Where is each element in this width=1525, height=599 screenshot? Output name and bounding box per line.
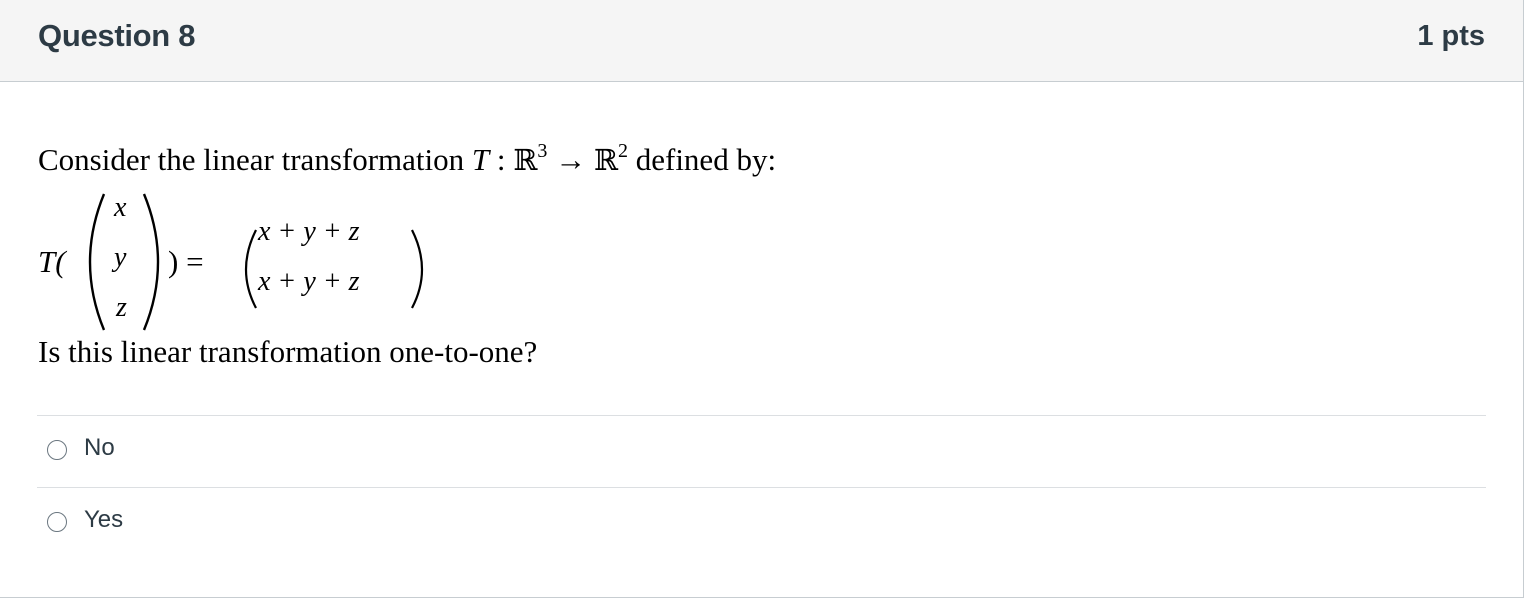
arrow: → — [547, 142, 594, 177]
question-card: Question 8 1 pts Consider the linear tra… — [0, 0, 1524, 598]
output-left-paren — [244, 229, 257, 309]
codomain-exponent: 2 — [617, 140, 628, 162]
question-points: 1 pts — [1417, 20, 1485, 52]
domain-exponent: 3 — [537, 140, 548, 162]
question-text: Is this linear transformation one-to-one… — [38, 334, 538, 369]
question-intro: Consider the linear transformation T : ℝ… — [38, 140, 776, 178]
lhs-prefix: T( — [38, 244, 66, 279]
input-vector-x: x — [114, 192, 127, 223]
codomain-set: ℝ — [593, 143, 618, 177]
matrix-parentheses — [88, 193, 424, 331]
question-body: Consider the linear transformation T : ℝ… — [0, 82, 1523, 597]
input-left-paren — [88, 193, 106, 331]
answer-label-no[interactable]: No — [84, 434, 115, 462]
colon: : — [489, 142, 514, 177]
question-header: Question 8 1 pts — [0, 0, 1523, 82]
input-vector-y: y — [114, 242, 127, 273]
output-vector-row2: x + y + z — [258, 266, 360, 297]
output-right-paren — [411, 229, 424, 309]
question-title: Question 8 — [38, 18, 196, 53]
input-right-paren — [142, 193, 160, 331]
input-vector-z: z — [116, 292, 127, 323]
answer-option-no[interactable]: No — [37, 416, 1486, 486]
transformation-symbol: T — [471, 142, 490, 177]
intro-text: Consider the linear transformation — [38, 142, 472, 177]
radio-button-yes[interactable] — [47, 512, 67, 532]
transformation-equation: T( x y z ) = x + y + z x + y + z — [38, 192, 538, 332]
output-vector-row1: x + y + z — [258, 216, 360, 247]
defined-by-text: defined by: — [627, 142, 777, 177]
domain-set: ℝ — [513, 143, 538, 177]
answer-option-yes[interactable]: Yes — [37, 488, 1486, 558]
answer-label-yes[interactable]: Yes — [84, 506, 123, 534]
lhs-suffix: ) = — [168, 244, 204, 279]
radio-button-no[interactable] — [47, 440, 67, 460]
